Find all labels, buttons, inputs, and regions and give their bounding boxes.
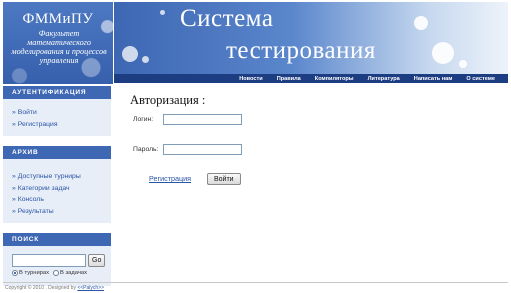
password-input[interactable] <box>163 144 242 155</box>
login-label: Логин: <box>133 116 154 123</box>
sidebar: АУТЕНТИФИКАЦИЯ » Войти » Регистрация АРХИВ… <box>3 86 111 286</box>
sidebar-item-login[interactable]: » Войти <box>12 107 111 119</box>
banner-title-line1: Система <box>180 5 274 32</box>
search-scope: В турнирах В задачах <box>12 270 111 276</box>
radio-tournaments-label: В турнирах <box>19 270 50 276</box>
sidebar-item-console[interactable]: » Консоль <box>12 194 111 206</box>
search-go-button[interactable]: Go <box>88 254 106 267</box>
search-row: Go <box>12 254 111 267</box>
splash-decoration <box>160 10 165 15</box>
top-navigation: Новости Правила Компиляторы Литература Н… <box>114 74 508 83</box>
header: ФММиПУ Факультет математического моделир… <box>0 0 511 84</box>
nav-compilers[interactable]: Компиляторы <box>308 76 361 82</box>
login-input[interactable] <box>163 114 242 125</box>
auth-block: » Войти » Регистрация <box>3 99 111 136</box>
designer-link[interactable]: <<Palych>> <box>77 285 104 291</box>
archive-block: » Доступные турниры » Категории задач » Кон… <box>3 159 111 223</box>
password-label: Пароль: <box>133 146 159 153</box>
splash-decoration <box>122 46 138 62</box>
radio-problems-label: В задачах <box>60 270 88 276</box>
register-link[interactable]: Регистрация <box>149 174 191 183</box>
footer: Copyright © 2010 . Designed by <<Palych>… <box>5 285 104 291</box>
nav-news[interactable]: Новости <box>232 76 269 82</box>
logo[interactable]: ФММиПУ Факультет математического моделир… <box>3 2 113 84</box>
nav-literature[interactable]: Литература <box>361 76 407 82</box>
login-row: Логин: <box>133 114 242 125</box>
archive-heading: АРХИВ <box>3 146 111 159</box>
nav-rules[interactable]: Правила <box>270 76 308 82</box>
search-input[interactable] <box>12 254 86 267</box>
nav-about[interactable]: О системе <box>459 76 502 82</box>
sidebar-item-register[interactable]: » Регистрация <box>12 119 111 131</box>
splash-decoration <box>432 42 454 64</box>
logo-subtitle: Факультет математического моделирования … <box>11 29 107 65</box>
splash-decoration <box>414 16 428 30</box>
login-button[interactable]: Войти <box>207 173 241 185</box>
sidebar-item-categories[interactable]: » Категории задач <box>12 183 111 195</box>
footer-divider <box>3 282 508 283</box>
splash-decoration <box>459 60 467 68</box>
radio-tournaments[interactable] <box>12 270 18 276</box>
banner-title-line2: тестирования <box>226 37 376 64</box>
splash-decoration <box>142 56 149 63</box>
search-block: Go В турнирах В задачах <box>3 246 111 286</box>
banner: Система тестирования <box>114 2 508 76</box>
logo-title: ФММиПУ <box>22 11 94 27</box>
search-heading: ПОИСК <box>3 233 111 246</box>
radio-problems[interactable] <box>53 270 60 276</box>
password-row: Пароль: <box>133 144 242 155</box>
nav-contact[interactable]: Написать нам <box>407 76 460 82</box>
auth-heading: АУТЕНТИФИКАЦИЯ <box>3 86 111 99</box>
main-content: Авторизация : <box>130 93 500 108</box>
sidebar-item-tournaments[interactable]: » Доступные турниры <box>12 171 111 183</box>
footer-copyright: Copyright © 2010 . Designed by <box>5 285 76 291</box>
page-title: Авторизация : <box>130 93 206 107</box>
sidebar-item-results[interactable]: » Результаты <box>12 206 111 218</box>
